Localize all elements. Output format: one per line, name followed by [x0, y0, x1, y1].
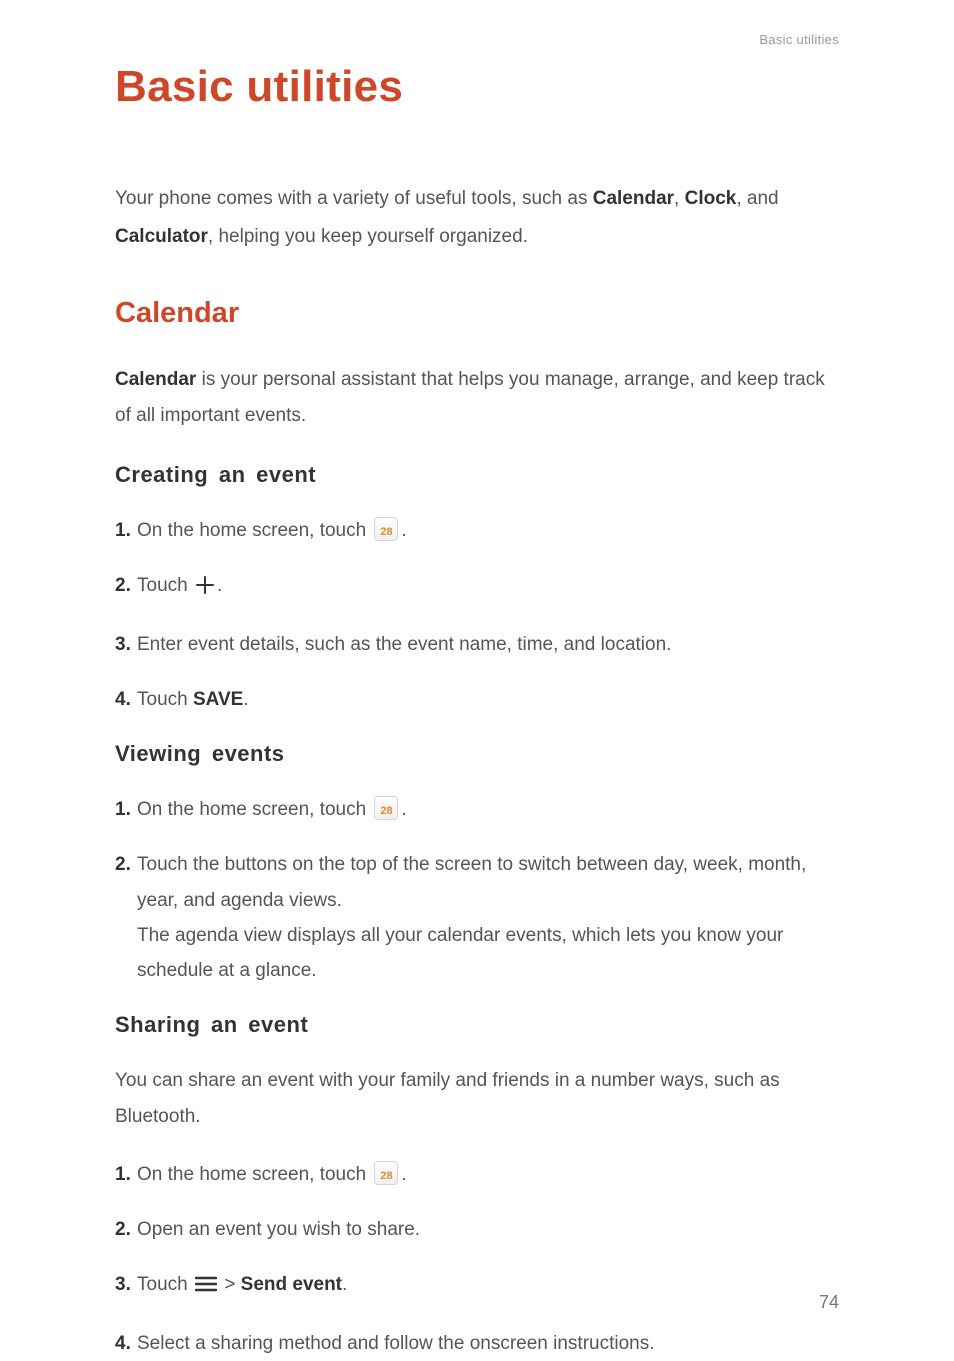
intro-bold-clock: Clock	[685, 188, 737, 209]
step-text: .	[401, 520, 406, 541]
subsection-creating: Creating an event	[115, 458, 839, 491]
step-text: .	[401, 799, 406, 820]
step-text: Enter event details, such as the event n…	[137, 634, 671, 655]
intro-paragraph: Your phone comes with a variety of usefu…	[115, 180, 839, 256]
subsection-viewing: Viewing events	[115, 737, 839, 770]
step-text: On the home screen, touch	[137, 799, 371, 820]
page-title: Basic utilities	[115, 54, 839, 120]
step: Touch .	[115, 568, 839, 607]
header-meta: Basic utilities	[759, 30, 839, 50]
calendar-intro-text: is your personal assistant that helps yo…	[115, 369, 825, 426]
intro-bold-calendar: Calendar	[593, 188, 674, 209]
step: Select a sharing method and follow the o…	[115, 1326, 839, 1361]
intro-bold-calculator: Calculator	[115, 226, 208, 247]
step-bold-send-event: Send event	[241, 1274, 342, 1295]
step-bold-save: SAVE	[193, 689, 243, 710]
step: Touch the buttons on the top of the scre…	[115, 847, 839, 988]
subsection-sharing: Sharing an event	[115, 1008, 839, 1041]
step-text: Touch the buttons on the top of the scre…	[137, 854, 806, 910]
step-text: Touch	[137, 689, 193, 710]
step-text: .	[342, 1274, 347, 1295]
step-text: Touch	[137, 1274, 193, 1295]
step: Enter event details, such as the event n…	[115, 627, 839, 662]
calendar-intro-bold: Calendar	[115, 369, 196, 390]
step: Touch SAVE.	[115, 682, 839, 717]
viewing-steps: On the home screen, touch . Touch the bu…	[115, 792, 839, 988]
step: Touch > Send event.	[115, 1267, 839, 1305]
menu-icon	[195, 1270, 217, 1305]
step: On the home screen, touch .	[115, 513, 839, 548]
calendar-intro: Calendar is your personal assistant that…	[115, 362, 839, 434]
sharing-intro: You can share an event with your family …	[115, 1063, 839, 1135]
calendar-icon	[374, 517, 398, 541]
step: On the home screen, touch .	[115, 1157, 839, 1192]
step-text: On the home screen, touch	[137, 1164, 371, 1185]
step-text: The agenda view displays all your calend…	[137, 925, 783, 981]
step-text: On the home screen, touch	[137, 520, 371, 541]
calendar-icon	[374, 1161, 398, 1185]
page-number: 74	[819, 1289, 839, 1316]
step-text: .	[401, 1164, 406, 1185]
plus-icon	[195, 572, 215, 607]
calendar-icon	[374, 796, 398, 820]
step-text: .	[217, 575, 222, 596]
step-text: Open an event you wish to share.	[137, 1219, 420, 1240]
step-text: .	[243, 689, 248, 710]
step-text: >	[219, 1274, 241, 1295]
intro-text: , helping you keep yourself organized.	[208, 226, 528, 247]
step: On the home screen, touch .	[115, 792, 839, 827]
intro-text: Your phone comes with a variety of usefu…	[115, 188, 593, 209]
sharing-steps: On the home screen, touch . Open an even…	[115, 1157, 839, 1361]
intro-text: , and	[736, 188, 778, 209]
creating-steps: On the home screen, touch . Touch . Ente…	[115, 513, 839, 718]
intro-text: ,	[674, 188, 685, 209]
section-heading-calendar: Calendar	[115, 292, 839, 336]
step-text: Touch	[137, 575, 193, 596]
step-text: Select a sharing method and follow the o…	[137, 1333, 655, 1354]
step: Open an event you wish to share.	[115, 1212, 839, 1247]
